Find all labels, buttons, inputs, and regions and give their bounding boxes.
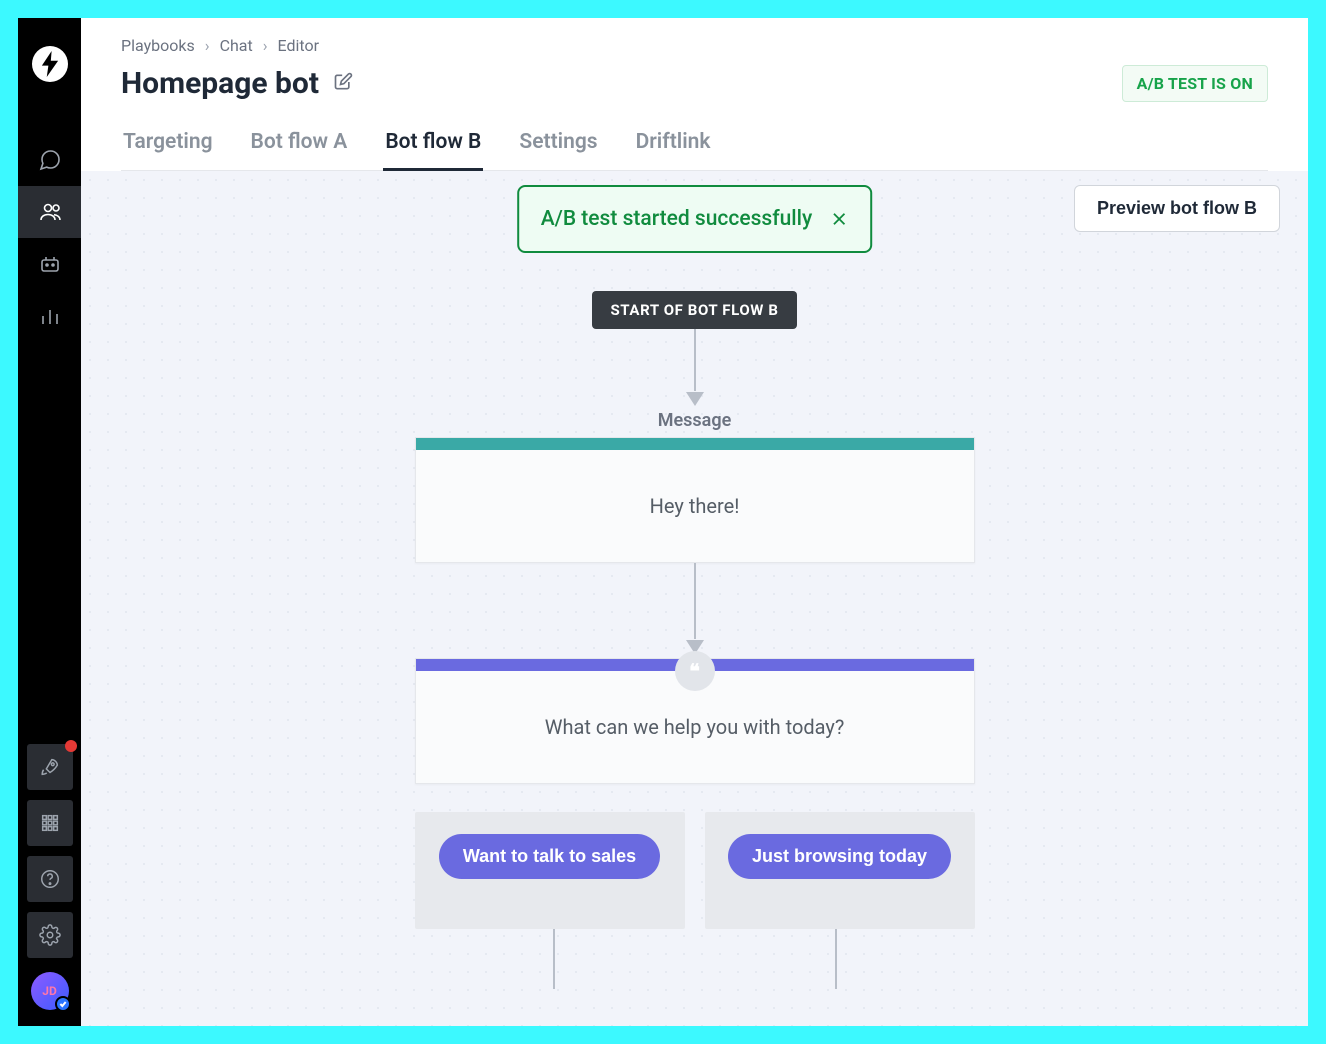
- close-icon[interactable]: [830, 210, 848, 228]
- flow-start-node[interactable]: START OF BOT FLOW B: [592, 291, 796, 329]
- choice-node[interactable]: Want to talk to sales: [415, 812, 685, 929]
- chat-icon[interactable]: [18, 134, 81, 186]
- help-icon[interactable]: [27, 856, 73, 902]
- bot-icon[interactable]: [18, 238, 81, 290]
- contacts-icon[interactable]: [18, 186, 81, 238]
- choice-button[interactable]: Just browsing today: [728, 834, 951, 879]
- main: Playbooks › Chat › Editor Homepage bot A…: [81, 18, 1308, 1026]
- tab-bot-flow-b[interactable]: Bot flow B: [383, 130, 483, 171]
- header: Playbooks › Chat › Editor Homepage bot A…: [81, 18, 1308, 171]
- apps-icon[interactable]: [27, 800, 73, 846]
- analytics-icon[interactable]: [18, 290, 81, 342]
- canvas-toolbar: Preview bot flow B: [1074, 185, 1280, 232]
- preview-button[interactable]: Preview bot flow B: [1074, 185, 1280, 232]
- breadcrumb-item[interactable]: Playbooks: [121, 36, 195, 55]
- page-title: Homepage bot: [121, 66, 319, 101]
- rocket-icon[interactable]: [27, 744, 73, 790]
- connector-lines: [553, 929, 837, 989]
- success-toast: A/B test started successfully: [517, 185, 873, 253]
- flow-canvas[interactable]: A/B test started successfully Preview bo…: [81, 171, 1308, 1026]
- choice-node[interactable]: Just browsing today: [705, 812, 975, 929]
- message-text: Hey there!: [416, 450, 974, 562]
- tab-bot-flow-a[interactable]: Bot flow A: [249, 130, 350, 170]
- check-badge-icon: [55, 996, 71, 1012]
- avatar[interactable]: JD: [31, 972, 69, 1010]
- arrow-down-icon: [686, 329, 704, 410]
- edit-icon[interactable]: [333, 72, 353, 96]
- chevron-right-icon: ›: [263, 36, 268, 55]
- card-accent: [416, 438, 974, 450]
- ab-test-badge: A/B TEST IS ON: [1122, 65, 1268, 102]
- breadcrumb: Playbooks › Chat › Editor: [121, 36, 1268, 55]
- choice-button[interactable]: Want to talk to sales: [439, 834, 660, 879]
- chevron-right-icon: ›: [205, 36, 210, 55]
- arrow-down-icon: [686, 563, 704, 658]
- message-node-label: Message: [658, 410, 732, 431]
- tab-targeting[interactable]: Targeting: [121, 130, 215, 170]
- choices: Want to talk to sales Just browsing toda…: [415, 812, 975, 929]
- breadcrumb-item[interactable]: Editor: [278, 36, 319, 55]
- tab-settings[interactable]: Settings: [517, 130, 599, 170]
- tabs: Targeting Bot flow A Bot flow B Settings…: [121, 130, 1268, 171]
- breadcrumb-item[interactable]: Chat: [220, 36, 253, 55]
- toast-text: A/B test started successfully: [541, 207, 813, 231]
- message-node[interactable]: Hey there!: [415, 437, 975, 563]
- tab-driftlink[interactable]: Driftlink: [634, 130, 713, 170]
- flow: START OF BOT FLOW B Message Hey there!: [415, 291, 975, 989]
- settings-icon[interactable]: [27, 912, 73, 958]
- logo[interactable]: [32, 46, 68, 82]
- sidebar: JD: [18, 18, 81, 1026]
- notification-dot: [65, 740, 77, 752]
- avatar-initials: JD: [42, 984, 57, 998]
- quote-icon: ❝: [675, 651, 715, 691]
- question-text: What can we help you with today?: [545, 715, 845, 739]
- question-node[interactable]: ❝ What can we help you with today?: [415, 658, 975, 784]
- app-frame: JD Playbooks › Chat › Editor Homepage bo…: [18, 18, 1308, 1026]
